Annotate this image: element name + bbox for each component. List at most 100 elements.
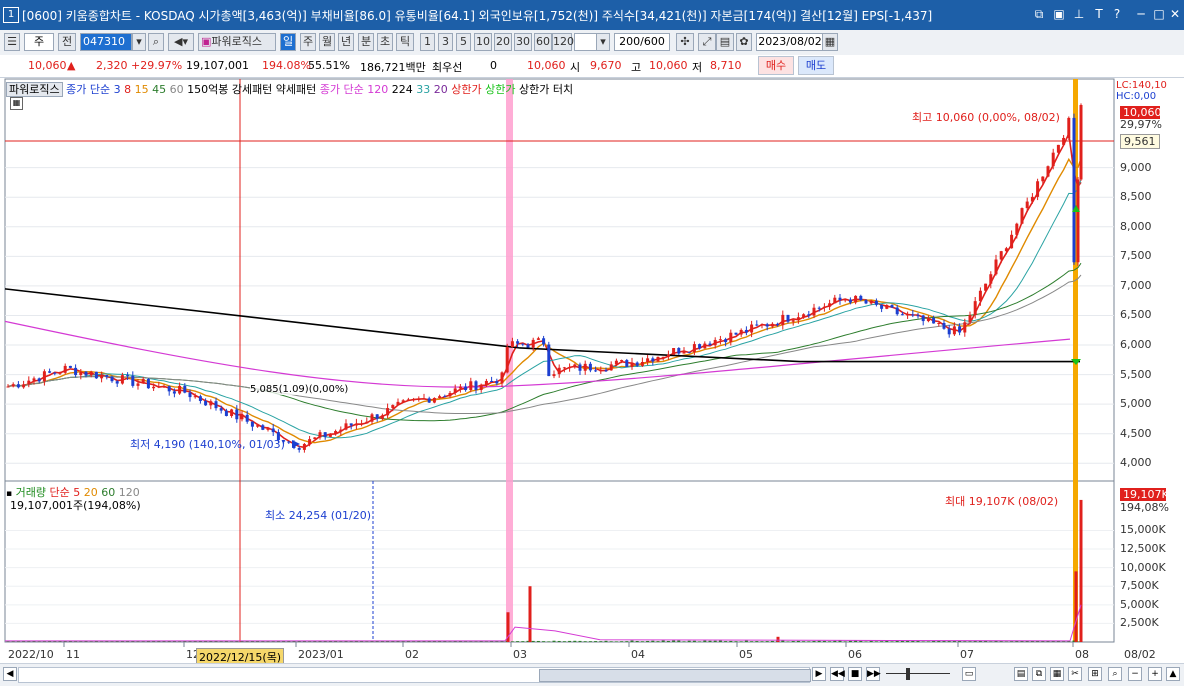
- candle-body: [864, 300, 868, 304]
- last-icon[interactable]: ▶▶: [866, 667, 881, 681]
- volume-bar: [926, 641, 930, 642]
- stop-icon[interactable]: ■: [848, 667, 862, 681]
- scroll-right-icon[interactable]: ▶: [812, 667, 826, 681]
- bar-icon[interactable]: ⊞: [1088, 667, 1102, 681]
- scroll-track[interactable]: [18, 667, 811, 683]
- volume-bar: [739, 641, 743, 642]
- interval-1[interactable]: 1: [420, 33, 435, 51]
- close-icon[interactable]: ✕: [1168, 7, 1182, 21]
- help-icon[interactable]: ?: [1110, 7, 1124, 21]
- candle-body: [807, 314, 811, 316]
- candle-body: [942, 322, 946, 329]
- text-icon[interactable]: T: [1092, 7, 1106, 21]
- candle-body: [552, 374, 556, 377]
- candle-body: [448, 392, 452, 397]
- interval-20[interactable]: 20: [494, 33, 512, 51]
- indicator-select[interactable]: ▣파워로직스: [198, 33, 276, 51]
- code-input[interactable]: 047310: [80, 33, 132, 51]
- interval-60[interactable]: 60: [534, 33, 552, 51]
- candle-body: [1041, 176, 1045, 182]
- copy-icon[interactable]: ⧉: [1032, 667, 1046, 681]
- legend-upper-touch: 상한가 터치: [519, 83, 574, 96]
- period-second[interactable]: 초: [377, 33, 393, 51]
- indicator-icon: ▣: [201, 35, 212, 48]
- tools-icon[interactable]: ✂: [1068, 667, 1082, 681]
- minimize-icon[interactable]: ─: [1134, 7, 1148, 21]
- candle-body: [152, 386, 156, 389]
- volume-bar: [578, 640, 582, 642]
- pin-icon[interactable]: ⊥: [1072, 7, 1086, 21]
- period-day[interactable]: 일: [280, 33, 296, 51]
- zoom-in-icon[interactable]: +: [1148, 667, 1162, 681]
- layout-icon[interactable]: ⧉: [1032, 7, 1046, 21]
- interval-5[interactable]: 5: [456, 33, 471, 51]
- code-dropdown-icon[interactable]: ▾: [132, 33, 146, 51]
- candle-body: [105, 375, 109, 377]
- interval-30[interactable]: 30: [514, 33, 532, 51]
- count-input[interactable]: 200/600: [614, 33, 670, 51]
- period-week[interactable]: 주: [300, 33, 316, 51]
- chart-icon[interactable]: ▦: [1050, 667, 1064, 681]
- candle-body: [812, 307, 816, 316]
- sell-button[interactable]: 매도: [798, 56, 834, 75]
- date-input[interactable]: 2023/08/02: [756, 33, 824, 51]
- broker-value: 0: [490, 59, 497, 72]
- zoom-slider-handle[interactable]: [906, 668, 910, 680]
- candle-body: [906, 314, 910, 316]
- crosshair-icon[interactable]: ✣: [676, 33, 694, 51]
- period-minute[interactable]: 분: [358, 33, 374, 51]
- open-value: 9,670: [590, 59, 622, 72]
- volume-bar: [843, 641, 847, 642]
- period-tick[interactable]: 틱: [396, 33, 414, 51]
- price-chart[interactable]: [0, 77, 1184, 662]
- candle-body: [1056, 144, 1060, 153]
- scroll-bar[interactable]: ◀ ▶ ◀◀ ■ ▶▶ ▭ ▤ ⧉ ▦ ✂ ⊞ ⌕ − + ▲: [0, 663, 1184, 686]
- candle-body: [406, 399, 410, 401]
- draw-icon[interactable]: ⤢: [698, 33, 716, 51]
- screen-icon[interactable]: ▤: [1014, 667, 1028, 681]
- legend-name[interactable]: 파워로직스: [6, 82, 63, 97]
- menu-icon[interactable]: ☰: [4, 33, 20, 51]
- candle-body: [755, 324, 759, 326]
- volume-bar: [869, 640, 873, 642]
- scroll-thumb[interactable]: [539, 669, 811, 682]
- period-year[interactable]: 년: [338, 33, 354, 51]
- search-zoom-icon[interactable]: ⌕: [1108, 667, 1122, 681]
- search-icon[interactable]: ⌕: [148, 33, 164, 51]
- price-tick-label: 6,000: [1120, 338, 1152, 352]
- first-icon[interactable]: ◀◀: [830, 667, 845, 681]
- volume-bar: [989, 641, 993, 642]
- expand-icon[interactable]: ▲: [1166, 667, 1180, 681]
- calendar-icon[interactable]: ▦: [822, 33, 838, 51]
- volume-bar: [833, 640, 837, 642]
- candle-body: [6, 386, 10, 388]
- sound-icon[interactable]: ◀▾: [168, 33, 194, 51]
- period-month[interactable]: 월: [319, 33, 335, 51]
- candle-body: [958, 326, 962, 333]
- prev-button[interactable]: 전: [58, 33, 76, 51]
- volume-bar: [599, 641, 603, 642]
- interval-dropdown-icon[interactable]: ▾: [596, 33, 610, 51]
- candle-body: [32, 378, 36, 381]
- scroll-left-icon[interactable]: ◀: [3, 667, 17, 681]
- candle-body: [375, 414, 379, 419]
- grid-toggle-icon[interactable]: ▦: [10, 97, 23, 110]
- interval-3[interactable]: 3: [438, 33, 453, 51]
- volume-bar: [178, 641, 182, 642]
- candle-body: [42, 371, 46, 382]
- interval-10[interactable]: 10: [474, 33, 492, 51]
- maximize-icon[interactable]: □: [1152, 7, 1166, 21]
- zoom-slider[interactable]: [886, 673, 950, 674]
- market-select[interactable]: 주: [24, 33, 54, 51]
- zoom-out-icon[interactable]: −: [1128, 667, 1142, 681]
- fit-icon[interactable]: ▭: [962, 667, 976, 681]
- split-icon[interactable]: ▣: [1052, 7, 1066, 21]
- settings-icon[interactable]: ✿: [736, 33, 752, 51]
- save-icon[interactable]: ▤: [716, 33, 734, 51]
- buy-button[interactable]: 매수: [758, 56, 794, 75]
- interval-120[interactable]: 120: [552, 33, 574, 51]
- candle-body: [427, 398, 431, 403]
- volume-bar: [448, 641, 452, 642]
- volume-bar: [958, 640, 962, 642]
- chart-area[interactable]: 파워로직스 종가 단순 3 8 15 45 60 150억봉 강세패턴 약세패턴…: [0, 77, 1184, 666]
